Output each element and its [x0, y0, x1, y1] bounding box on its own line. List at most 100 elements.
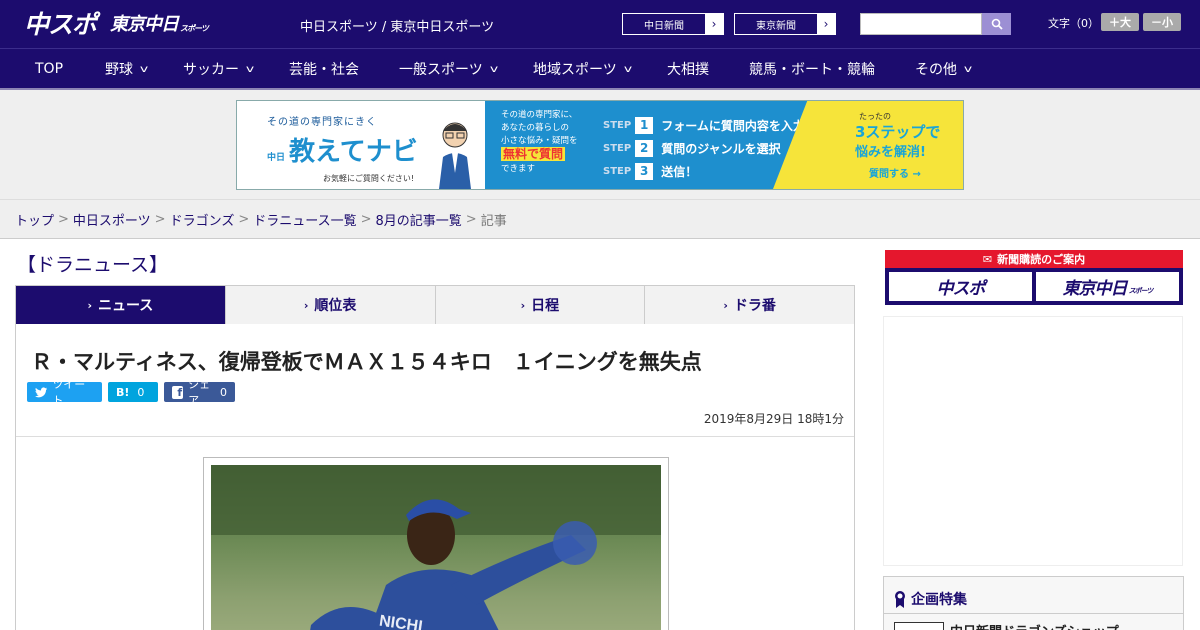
tab-label: 日程	[531, 298, 560, 314]
ad-description: その道の専門家に、 あなたの暮らしの 小さな悩み・疑問を 無料で質問 できます	[501, 109, 578, 176]
nav-item-baseball[interactable]: 野球 v	[105, 49, 148, 89]
tokyo-chunichi-logo[interactable]: 東京中日 スポーツ	[110, 6, 209, 40]
nav-item-racing[interactable]: 競馬・ボート・競輪	[749, 49, 875, 89]
ad-step-2: STEP 2 質問のジャンルを選択	[603, 138, 781, 158]
ad-step-1: STEP 1 フォームに質問内容を入力	[603, 115, 805, 135]
tab-reporter[interactable]: › ドラ番	[645, 286, 854, 324]
feature-box-title: 企画特集	[911, 592, 967, 608]
chevron-right-icon: ›	[705, 14, 723, 34]
step-label: STEP	[603, 142, 632, 154]
chunichi-shimbun-label: 中日新聞	[623, 14, 705, 34]
nav-item-top[interactable]: TOP	[35, 49, 63, 89]
article-divider	[16, 436, 854, 437]
tokyo-chunichi-logo-text: 東京中日	[110, 14, 179, 35]
hatena-count: 0	[137, 385, 145, 399]
article-photo[interactable]: NICHI	[211, 465, 661, 630]
tweet-button[interactable]: ツイート	[27, 378, 102, 407]
ad-cta-steps: 3ステップで	[855, 123, 941, 141]
tab-schedule[interactable]: › 日程	[436, 286, 646, 324]
step-text: 質問のジャンルを選択	[661, 141, 781, 156]
feature-item-link[interactable]: 中日新聞ドラゴンズショップ	[950, 621, 1119, 630]
ad-tagline: その道の専門家にきく	[267, 117, 377, 128]
ad-brand-text: 教えてナビ	[289, 137, 418, 167]
facebook-share-count: 0	[220, 385, 227, 399]
font-size-label: 文字（0）	[1048, 17, 1099, 30]
article-headline: Ｒ・マルティネス、復帰登板でＭＡＸ１５４キロ １イニングを無失点	[31, 350, 702, 374]
breadcrumb-separator: >	[360, 211, 372, 227]
nav-item-label: 芸能・社会	[289, 62, 359, 78]
breadcrumb-link[interactable]: ドラニュース一覧	[253, 210, 356, 229]
feature-box-header: 企画特集	[894, 589, 967, 609]
font-bigger-button[interactable]: ＋大	[1101, 13, 1139, 31]
nav-item-other[interactable]: その他 v	[915, 49, 972, 89]
breadcrumb-separator: >	[58, 211, 69, 227]
chuspo-logo[interactable]: 中スポ	[24, 6, 97, 40]
ad-cta-solve: 悩みを解消!	[855, 145, 926, 160]
step-number: 2	[635, 139, 654, 157]
tokyo-chunichi-subscribe-logo[interactable]: 東京中日 スポーツ	[1036, 272, 1179, 301]
nav-item-label: 野球	[105, 62, 133, 78]
step-number: 3	[635, 162, 654, 180]
ad-step-3: STEP 3 送信！	[603, 161, 697, 181]
feature-thumbnail[interactable]	[894, 622, 944, 630]
tab-news[interactable]: › ニュース	[16, 286, 226, 332]
tweet-label: ツイート	[52, 378, 86, 407]
subscription-logos: 中スポ 東京中日 スポーツ	[889, 272, 1179, 301]
dragons-tabs: › ニュース › 順位表 › 日程 › ドラ番	[15, 285, 855, 332]
font-smaller-button[interactable]: －小	[1143, 13, 1181, 31]
search-input[interactable]	[860, 13, 982, 35]
facebook-share-button[interactable]: f シェア 0	[164, 378, 235, 407]
nav-item-label: 地域スポーツ	[533, 62, 617, 78]
facebook-share-label: シェア	[188, 378, 211, 407]
breadcrumb-separator: >	[465, 211, 477, 227]
site-name: 中日スポーツ / 東京中日スポーツ	[300, 20, 495, 35]
breadcrumb: トップ > 中日スポーツ > ドラゴンズ > ドラニュース一覧 > 8月の記事一覧 > 記…	[0, 200, 1200, 239]
nav-item-label: その他	[915, 62, 957, 78]
ad-desc-line: できます	[501, 164, 536, 174]
breadcrumb-link[interactable]: ドラゴンズ	[170, 210, 235, 229]
chevron-right-icon: ›	[817, 14, 835, 34]
chevron-right-icon: ›	[303, 298, 309, 312]
ad-cta-button[interactable]: 質問する →	[869, 165, 921, 180]
feature-box: 企画特集 中日新聞ドラゴンズショップ	[883, 576, 1184, 630]
step-text: フォームに質問内容を入力	[661, 118, 805, 133]
ad-desc-line: あなたの暮らしの	[501, 123, 570, 133]
nav-item-label: 競馬・ボート・競輪	[749, 62, 875, 78]
tab-standings[interactable]: › 順位表	[226, 286, 436, 324]
breadcrumb-link[interactable]: トップ	[15, 210, 54, 229]
subscription-banner[interactable]: ✉ 新聞購読のご案内 中スポ 東京中日 スポーツ	[885, 250, 1183, 305]
nav-item-local-sports[interactable]: 地域スポーツ v	[533, 49, 632, 89]
tab-label: ドラ番	[733, 298, 776, 314]
chevron-down-icon: v	[489, 63, 498, 75]
chuspo-logo-text: 中スポ	[24, 10, 97, 39]
breadcrumb-link[interactable]: 8月の記事一覧	[376, 210, 462, 229]
nav-item-soccer[interactable]: サッカー v	[183, 49, 255, 89]
ribbon-badge-icon	[895, 591, 905, 608]
step-label: STEP	[603, 119, 632, 131]
main-nav: TOP 野球 v サッカー v 芸能・社会 一般スポーツ v 地域スポーツ v 大相撲 …	[0, 48, 1200, 90]
hatena-bookmark-button[interactable]: B! 0	[108, 382, 158, 402]
nav-item-entertainment[interactable]: 芸能・社会	[289, 49, 359, 89]
nav-item-label: TOP	[35, 61, 64, 77]
advisor-illustration-icon	[439, 122, 471, 189]
ad-brand-area: その道の専門家にきく 中日 教えてナビ お気軽にご質問ください!	[237, 101, 485, 189]
nav-item-sumo[interactable]: 大相撲	[667, 49, 709, 89]
nav-item-general-sports[interactable]: 一般スポーツ v	[399, 49, 498, 89]
article: Ｒ・マルティネス、復帰登板でＭＡＸ１５４キロ １イニングを無失点 ツイート B!…	[15, 324, 855, 630]
breadcrumb-link[interactable]: 中日スポーツ	[73, 210, 151, 229]
search-button[interactable]	[982, 13, 1011, 35]
breadcrumb-current: 記事	[480, 213, 507, 229]
oshiete-navi-ad[interactable]: その道の専門家にきく 中日 教えてナビ お気軽にご質問ください! その道の専門家に…	[236, 100, 964, 190]
section-title: 【ドラニュース】	[17, 254, 169, 276]
chunichi-shimbun-link[interactable]: 中日新聞 ›	[622, 13, 724, 35]
chuspo-subscribe-logo[interactable]: 中スポ	[889, 272, 1032, 301]
twitter-bird-icon	[35, 386, 48, 397]
tab-label: ニュース	[97, 298, 154, 314]
tokyo-shimbun-link[interactable]: 東京新聞 ›	[734, 13, 836, 35]
share-buttons: ツイート B! 0 f シェア 0	[27, 378, 235, 407]
article-date: 2019年8月29日 18時1分	[703, 412, 844, 426]
tokyo-chunichi-logo-small: スポーツ	[180, 23, 209, 33]
chevron-down-icon: v	[245, 63, 255, 75]
pitcher-photo-illustration: NICHI	[211, 465, 661, 630]
sidebar-ad-slot	[883, 316, 1183, 566]
